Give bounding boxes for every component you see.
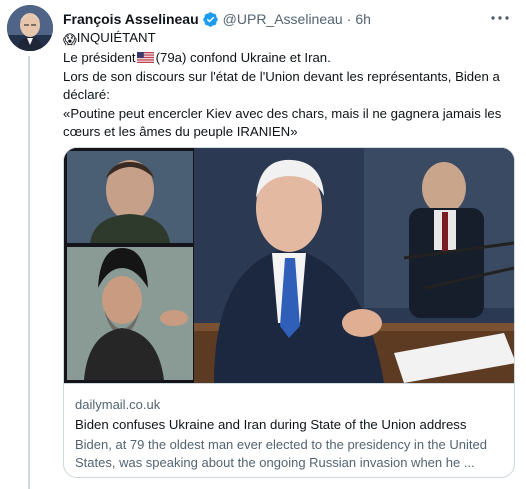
tweet-timestamp[interactable]: 6h xyxy=(355,11,371,27)
card-description-line-2: States, was speaking about the ongoing R… xyxy=(75,455,475,470)
separator-dot: · xyxy=(346,11,352,27)
more-options-icon[interactable] xyxy=(488,8,512,28)
card-description-line-1: Biden, at 79 the oldest man ever elected… xyxy=(75,437,487,452)
tweet-line-5: «Poutine peut encercler Kiev avec des ch… xyxy=(63,105,502,121)
us-flag-icon xyxy=(136,52,154,64)
card-description: Biden, at 79 the oldest man ever elected… xyxy=(75,436,505,472)
card-image[interactable] xyxy=(64,148,514,383)
tweet-line-2: Le président (79a) confond Ukraine et Ir… xyxy=(63,50,331,66)
link-card[interactable]: dailymail.co.uk Biden confuses Ukraine a… xyxy=(63,147,515,478)
verified-badge-icon xyxy=(202,11,218,27)
thread-line xyxy=(28,56,30,489)
face-screaming-emoji: 😱 xyxy=(63,32,77,47)
avatar[interactable] xyxy=(7,5,53,51)
author-name[interactable]: François Asselineau xyxy=(63,11,199,27)
tweet-text: 😱INQUIÉTANT Le président (79a) confond U… xyxy=(63,29,515,141)
card-domain: dailymail.co.uk xyxy=(75,397,161,412)
tweet-line-3: Lors de son discours sur l'état de l'Uni… xyxy=(63,68,500,84)
card-title: Biden confuses Ukraine and Iran during S… xyxy=(75,417,467,432)
card-text[interactable]: dailymail.co.uk Biden confuses Ukraine a… xyxy=(64,383,514,477)
tweet-line-1: 😱INQUIÉTANT xyxy=(63,29,515,49)
tweet-line-4: déclaré: xyxy=(63,87,110,103)
author-handle[interactable]: @UPR_Asselineau xyxy=(223,11,343,27)
tweet-header: François Asselineau @UPR_Asselineau · 6h xyxy=(63,9,486,29)
tweet[interactable]: François Asselineau @UPR_Asselineau · 6h… xyxy=(0,0,526,489)
tweet-line-6: cœurs et les âmes du peuple IRANIEN» xyxy=(63,124,298,140)
